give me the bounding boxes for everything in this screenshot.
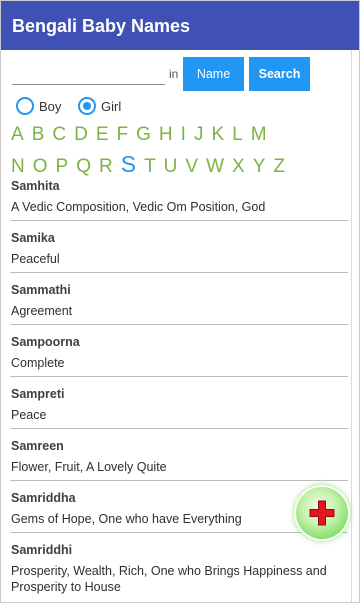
letter-z[interactable]: Z [273, 153, 285, 181]
plus-icon [309, 500, 335, 526]
radio-checked-icon[interactable] [78, 97, 96, 115]
gender-option-boy[interactable]: Boy [16, 96, 68, 116]
letter-t[interactable]: T [144, 153, 156, 181]
scroll-edge-divider [351, 50, 352, 603]
name-meaning: Flower, Fruit, A Lovely Quite [11, 460, 167, 474]
search-button[interactable]: Search [249, 57, 310, 91]
letter-r[interactable]: R [99, 153, 113, 181]
radio-label-boy[interactable]: Boy [39, 99, 61, 114]
baby-name: Sammathi [11, 283, 71, 297]
letter-a[interactable]: A [11, 121, 24, 149]
name-list-item[interactable]: Sampoorna Complete [10, 325, 348, 377]
letter-x[interactable]: X [232, 153, 245, 181]
app-title: Bengali Baby Names [12, 16, 191, 36]
app-bar: Bengali Baby Names [0, 0, 360, 50]
letter-q[interactable]: Q [76, 153, 91, 181]
letter-v[interactable]: V [185, 153, 198, 181]
letter-k[interactable]: K [211, 121, 224, 149]
baby-name: Sampoorna [11, 335, 80, 349]
alphabet-row-2: NOPQRSTUVWXYZ [11, 150, 285, 178]
baby-name: Samriddhi [11, 543, 73, 557]
letter-o[interactable]: O [33, 153, 48, 181]
letter-i[interactable]: I [181, 121, 186, 149]
baby-name: Samreen [11, 439, 64, 453]
letter-h[interactable]: H [159, 121, 173, 149]
name-meaning: Agreement [11, 304, 73, 318]
search-input[interactable] [12, 62, 165, 85]
name-meaning: Complete [11, 356, 65, 370]
name-list-item[interactable]: Sammathi Agreement [10, 273, 348, 325]
name-button[interactable]: Name [183, 57, 244, 91]
search-in-label: in [169, 67, 179, 81]
gender-option-girl[interactable]: Girl [78, 96, 130, 116]
baby-name: Sampreti [11, 387, 65, 401]
name-list-item[interactable]: Samriddhi Prosperity, Wealth, Rich, One … [10, 533, 348, 600]
letter-d[interactable]: D [74, 121, 88, 149]
letter-b[interactable]: B [32, 121, 45, 149]
letter-g[interactable]: G [136, 121, 151, 149]
name-list-item[interactable]: Samhita A Vedic Composition, Vedic Om Po… [10, 178, 348, 221]
baby-name: Samhita [11, 179, 60, 193]
name-meaning: Peace [11, 408, 47, 422]
letter-e[interactable]: E [96, 121, 109, 149]
names-list: Samhita A Vedic Composition, Vedic Om Po… [10, 178, 348, 600]
letter-m[interactable]: M [251, 121, 267, 149]
letter-w[interactable]: W [206, 153, 224, 181]
letter-u[interactable]: U [164, 153, 178, 181]
name-meaning: A Vedic Composition, Vedic Om Position, … [11, 200, 266, 214]
name-list-item[interactable]: Samreen Flower, Fruit, A Lovely Quite [10, 429, 348, 481]
name-list-item[interactable]: Sampreti Peace [10, 377, 348, 429]
app-screen: Bengali Baby Names in Name Search Boy Gi… [0, 0, 360, 603]
radio-unchecked-icon[interactable] [16, 97, 34, 115]
letter-j[interactable]: J [194, 121, 204, 149]
name-meaning: Peaceful [11, 252, 60, 266]
letter-n[interactable]: N [11, 153, 25, 181]
letter-s[interactable]: S [121, 150, 136, 178]
letter-l[interactable]: L [232, 121, 243, 149]
letter-f[interactable]: F [117, 121, 129, 149]
name-meaning: Prosperity, Wealth, Rich, One who Brings… [11, 564, 327, 594]
letter-c[interactable]: C [52, 121, 66, 149]
letter-y[interactable]: Y [253, 153, 266, 181]
add-favorite-fab-button[interactable] [296, 487, 348, 539]
alphabet-row-1: ABCDEFGHIJKLM [11, 121, 267, 149]
name-list-item[interactable]: Samika Peaceful [10, 221, 348, 273]
radio-label-girl[interactable]: Girl [101, 99, 121, 114]
letter-p[interactable]: P [56, 153, 69, 181]
baby-name: Samika [11, 231, 55, 245]
